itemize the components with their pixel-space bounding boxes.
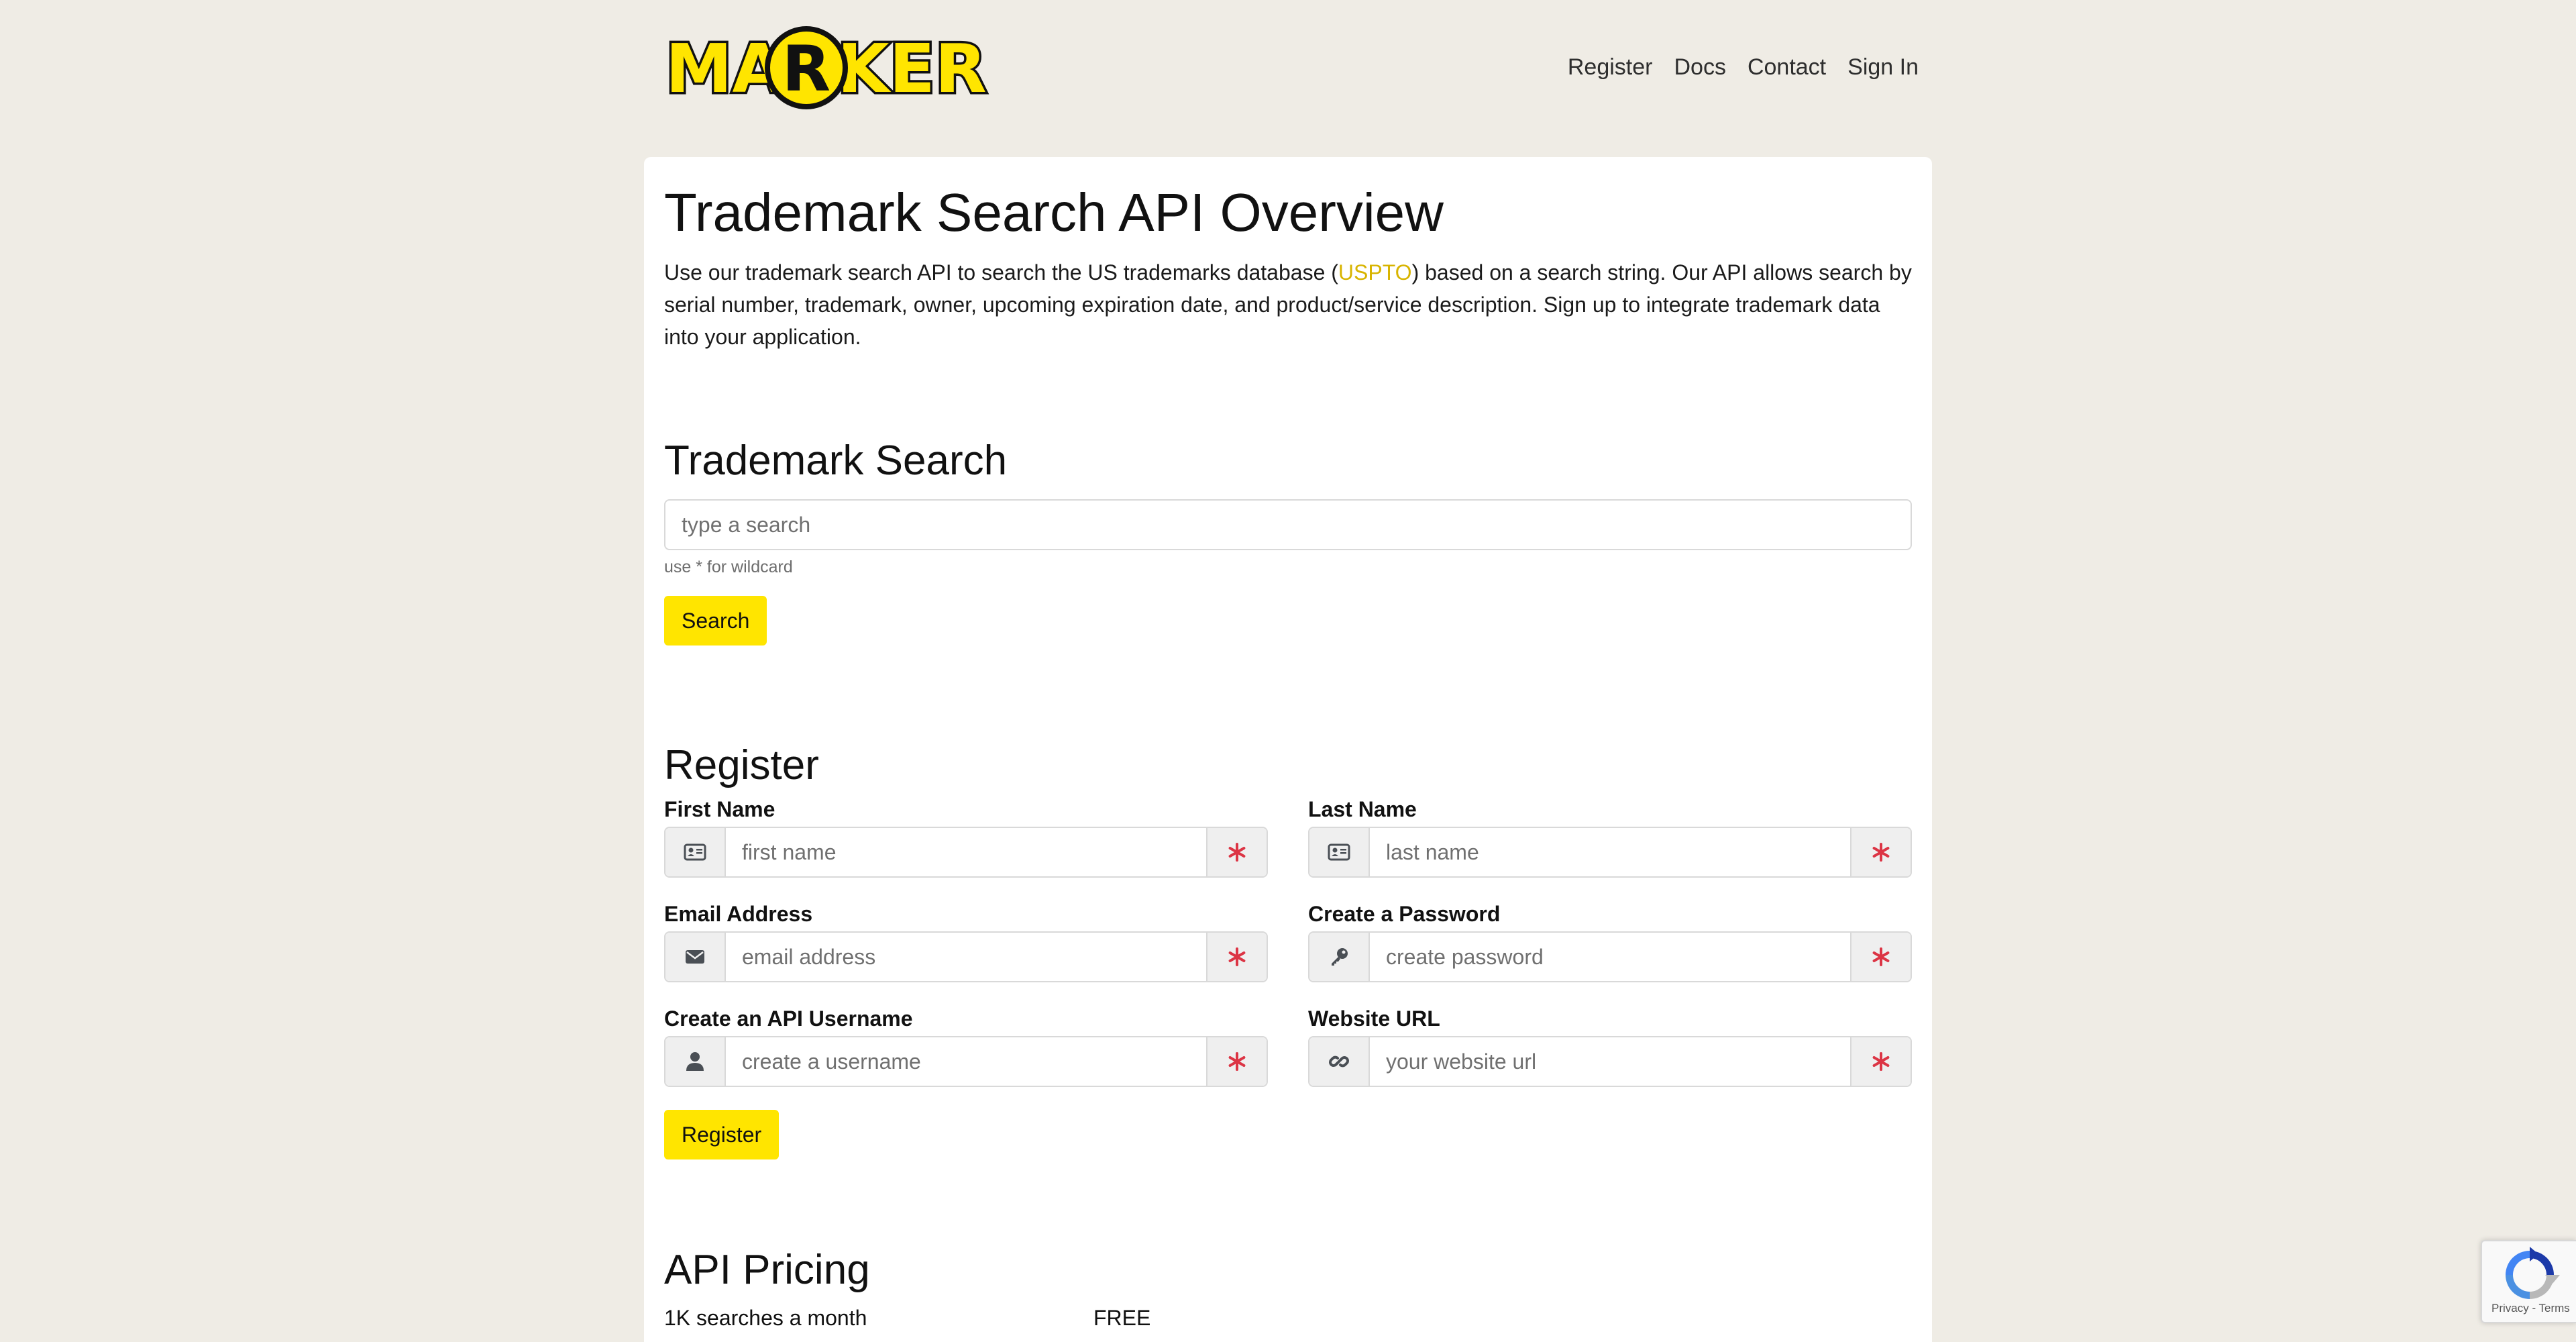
page-title: Trademark Search API Overview — [664, 183, 1444, 242]
register-heading: Register — [664, 742, 819, 788]
envelope-icon — [665, 933, 726, 981]
recaptcha-badge[interactable]: Privacy - Terms — [2481, 1240, 2576, 1323]
pricing-heading: API Pricing — [664, 1247, 870, 1293]
asterisk-icon — [1850, 1037, 1911, 1086]
nav-register-link[interactable]: Register — [1568, 54, 1653, 81]
marker-logo[interactable]: MA KER R — [663, 25, 1000, 113]
user-icon — [665, 1037, 726, 1086]
main-content-card: Trademark Search API Overview Use our tr… — [644, 157, 1932, 1342]
id-card-icon — [665, 828, 726, 876]
pricing-tier: 1K searches a month — [664, 1306, 867, 1330]
search-heading: Trademark Search — [664, 437, 1008, 484]
website-url-input[interactable] — [1370, 1037, 1850, 1086]
intro-paragraph: Use our trademark search API to search t… — [664, 256, 1912, 353]
page-header: MA KER R Register Docs Contact Sign In — [663, 25, 1919, 113]
website-url-input-group — [1308, 1036, 1912, 1087]
password-label: Create a Password — [1308, 902, 1501, 926]
email-input-group — [664, 931, 1268, 982]
top-nav: Register Docs Contact Sign In — [1568, 54, 1919, 81]
marker-logo-graphic: MA KER R — [663, 26, 989, 111]
asterisk-icon — [1206, 828, 1267, 876]
first-name-label: First Name — [664, 797, 775, 821]
search-input[interactable] — [664, 499, 1912, 550]
nav-sign-in-link[interactable]: Sign In — [1847, 54, 1919, 81]
last-name-label: Last Name — [1308, 797, 1417, 821]
password-field: Create a Password — [1308, 900, 1912, 982]
asterisk-icon — [1850, 828, 1911, 876]
last-name-input[interactable] — [1370, 828, 1850, 876]
search-button[interactable]: Search — [664, 596, 767, 646]
asterisk-icon — [1206, 1037, 1267, 1086]
username-input-group — [664, 1036, 1268, 1087]
pricing-price: FREE — [1093, 1306, 1151, 1330]
nav-docs-link[interactable]: Docs — [1674, 54, 1725, 81]
register-form: First Name Last Name — [664, 796, 1912, 1087]
first-name-input-group — [664, 827, 1268, 878]
intro-text-start: Use our trademark search API to search t… — [664, 260, 1338, 285]
recaptcha-terms-link[interactable]: Privacy - Terms — [2491, 1302, 2570, 1315]
wildcard-help-text: use * for wildcard — [664, 558, 793, 576]
email-label: Email Address — [664, 902, 813, 926]
asterisk-icon — [1206, 933, 1267, 981]
logo-letter-r: R — [782, 33, 830, 106]
website-url-label: Website URL — [1308, 1007, 1440, 1031]
main-content: Trademark Search API Overview Use our tr… — [664, 181, 1912, 1330]
website-url-field: Website URL — [1308, 1005, 1912, 1087]
api-pricing-section: API Pricing 1K searches a month FREE — [664, 1245, 1912, 1331]
register-section: Register First Name Last Na — [664, 741, 1912, 1159]
email-field: Email Address — [664, 900, 1268, 982]
uspto-link[interactable]: USPTO — [1338, 260, 1412, 285]
first-name-field: First Name — [664, 796, 1268, 878]
link-icon — [1309, 1037, 1370, 1086]
password-input[interactable] — [1370, 933, 1850, 981]
logo-letters-ker: KER — [837, 30, 987, 108]
recaptcha-icon — [2500, 1247, 2560, 1306]
username-input[interactable] — [726, 1037, 1206, 1086]
pricing-row: 1K searches a month FREE — [664, 1304, 1912, 1331]
id-card-icon — [1309, 828, 1370, 876]
trademark-search-section: Trademark Search use * for wildcard Sear… — [664, 436, 1912, 646]
username-field: Create an API Username — [664, 1005, 1268, 1087]
email-input[interactable] — [726, 933, 1206, 981]
key-icon — [1309, 933, 1370, 981]
username-label: Create an API Username — [664, 1007, 913, 1031]
last-name-field: Last Name — [1308, 796, 1912, 878]
first-name-input[interactable] — [726, 828, 1206, 876]
last-name-input-group — [1308, 827, 1912, 878]
nav-contact-link[interactable]: Contact — [1748, 54, 1826, 81]
register-button[interactable]: Register — [664, 1110, 780, 1159]
asterisk-icon — [1850, 933, 1911, 981]
password-input-group — [1308, 931, 1912, 982]
